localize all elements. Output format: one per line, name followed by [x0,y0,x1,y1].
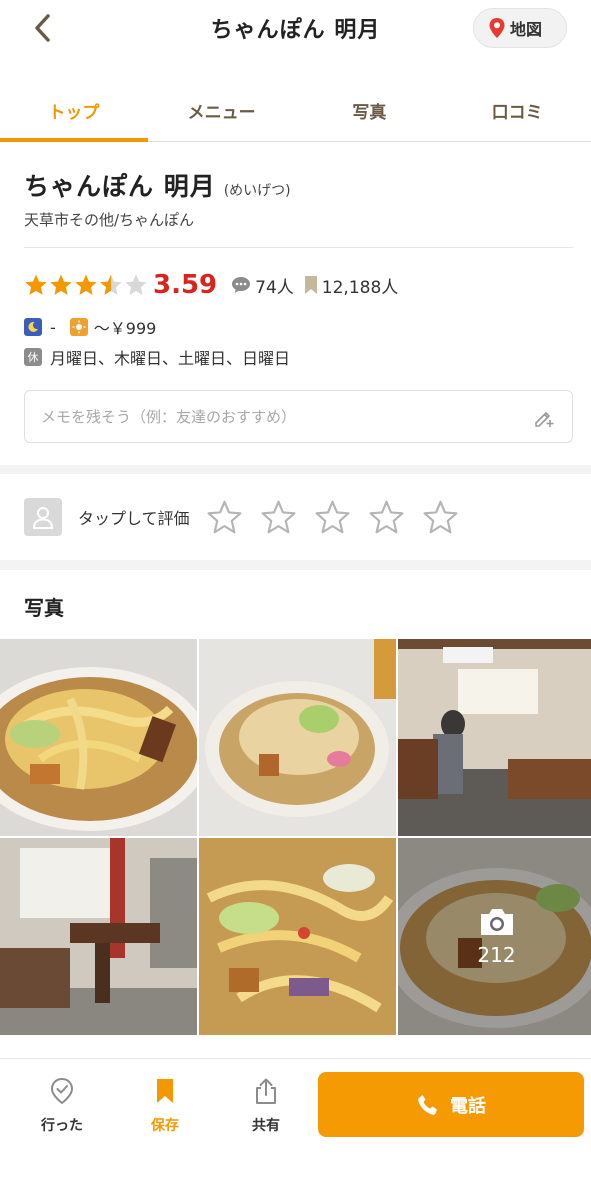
star-outline-icon[interactable] [260,499,297,536]
star-empty-icon [125,274,147,295]
save-count: 12,188人 [304,273,398,298]
moon-icon [24,318,42,336]
review-count: 74人 [231,273,294,298]
rating-row[interactable]: 3.59 74人 12,188人 [24,269,408,301]
photo-thumbnail[interactable]: 212 [398,838,591,1035]
closed-badge: 休 [24,348,42,366]
share-icon [256,1078,276,1104]
tab-menu[interactable]: メニュー [148,84,296,141]
call-label: 電話 [450,1095,486,1117]
more-photos-overlay[interactable]: 212 [398,838,591,1035]
noodle-bowl-photo [199,838,396,1035]
budget-row: - ～￥999 [24,315,156,339]
photo-thumbnail[interactable] [398,639,591,836]
photo-grid: 212 [0,639,591,1035]
star-full-icon [75,274,97,295]
shop-reading: (めいげつ) [223,183,291,199]
avatar [24,498,62,536]
speech-bubble-icon [232,277,251,293]
tab-top[interactable]: トップ [0,84,148,142]
went-label: 行った [41,1118,83,1134]
memo-placeholder: メモを残そう（例：友達のおすすめ） [41,408,297,426]
tab-bar: トップ メニュー 写真 口コミ [0,84,591,142]
save-label: 保存 [151,1118,179,1134]
share-button[interactable]: 共有 [226,1077,306,1135]
star-outline-icon[interactable] [314,499,351,536]
map-button[interactable]: 地図 [473,8,567,48]
shop-info: ちゃんぽん 明月 (めいげつ) 天草市その他/ちゃんぽん 3.59 74人 12… [0,143,591,465]
restaurant-interior-photo [398,639,591,836]
tab-reviews[interactable]: 口コミ [443,84,591,141]
tab-photos[interactable]: 写真 [296,84,444,141]
phone-icon [418,1094,437,1115]
header: ちゃんぽん 明月 地図 [0,0,591,70]
tap-to-rate-label: タップして評価 [78,509,190,528]
memo-field[interactable]: メモを残そう（例：友達のおすすめ） [24,390,573,443]
share-label: 共有 [252,1118,280,1134]
star-half-icon [100,274,122,295]
photo-thumbnail[interactable] [0,838,197,1035]
photo-thumbnail[interactable] [0,639,197,836]
star-full-icon [25,274,47,295]
map-button-label: 地図 [510,20,543,39]
star-outline-icon[interactable] [206,499,243,536]
star-full-icon [50,274,72,295]
lunch-budget: ～￥999 [93,319,157,338]
shop-area-genre[interactable]: 天草市その他/ちゃんぽん [24,209,194,230]
went-button[interactable]: 行った [22,1077,102,1135]
rating-score: 3.59 [153,270,218,300]
photo-thumbnail[interactable] [199,838,396,1035]
more-photos-count: 212 [477,942,516,967]
save-button[interactable]: 保存 [125,1077,205,1135]
call-button[interactable]: 電話 [318,1072,584,1137]
divider [24,247,573,248]
shop-name: ちゃんぽん 明月 [24,172,216,201]
bookmark-icon [157,1079,173,1103]
edit-add-icon [535,411,554,427]
rate-stars [206,499,459,536]
map-pin-icon [489,18,505,38]
camera-icon [480,908,513,935]
save-count-value: 12,188人 [321,277,399,298]
review-count-value: 74人 [255,277,294,298]
noodle-bowl-photo [199,639,396,836]
restaurant-interior-photo [0,838,197,1035]
photos-section-title: 写真 [24,596,64,620]
photo-thumbnail[interactable] [199,639,396,836]
shop-name-row: ちゃんぽん 明月 (めいげつ) [24,167,291,203]
star-outline-icon[interactable] [422,499,459,536]
star-outline-icon[interactable] [368,499,405,536]
bookmark-icon [304,276,317,294]
sun-icon [69,318,88,336]
user-icon [32,507,54,529]
section-gap [0,560,591,570]
bottom-action-bar: 行った 保存 共有 電話 [0,1058,591,1200]
noodle-bowl-photo [0,639,197,836]
closed-days: 月曜日、木曜日、土曜日、日曜日 [50,349,291,368]
dinner-budget: - [50,317,56,337]
rating-stars [24,273,149,297]
evaluate-row: タップして評価 [0,474,591,560]
section-gap [0,465,591,474]
closed-days-row: 休 月曜日、木曜日、土曜日、日曜日 [24,345,290,369]
check-pin-icon [50,1077,74,1105]
